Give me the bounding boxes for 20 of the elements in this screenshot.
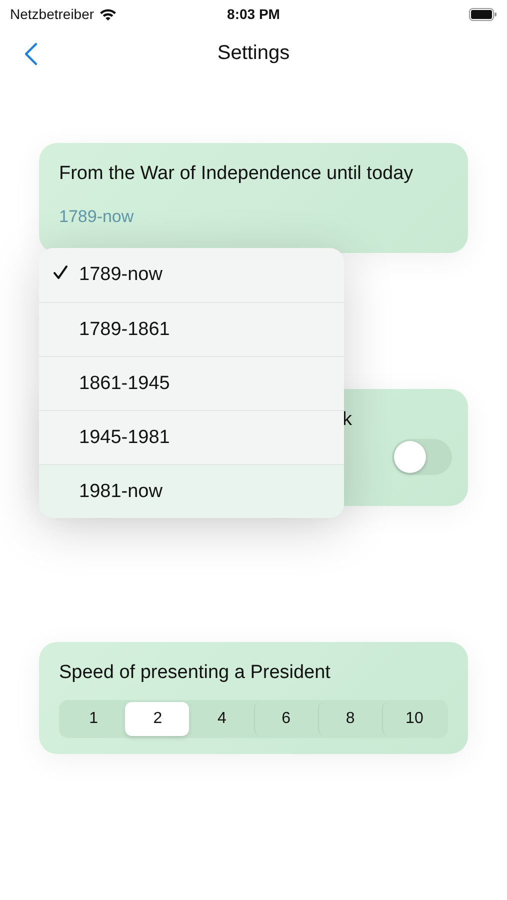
carrier-name: Netzbetreiber: [10, 6, 94, 22]
menu-item[interactable]: 1789-now: [39, 248, 344, 302]
speed-option[interactable]: 8: [318, 702, 382, 736]
clock-time: 8:03 PM: [226, 6, 281, 22]
speed-option[interactable]: 1: [61, 702, 126, 736]
wifi-icon: [99, 8, 118, 20]
toggle-switch[interactable]: [392, 439, 452, 475]
menu-item[interactable]: 1789-1861: [39, 302, 344, 356]
toggle-label: k: [342, 409, 352, 431]
speed-title: Speed of presenting a President: [59, 662, 332, 684]
speed-option[interactable]: 10: [382, 702, 446, 736]
menu-item[interactable]: 1981-now: [39, 464, 344, 518]
menu-item[interactable]: 1861-1945: [39, 356, 344, 410]
speed-option[interactable]: 4: [189, 702, 254, 736]
screen-title: Settings: [217, 42, 290, 64]
battery-icon: [468, 8, 497, 20]
speed-option[interactable]: 2: [125, 702, 190, 736]
speed-option[interactable]: 6: [254, 702, 318, 736]
period-title: From the War of Independence until today: [59, 163, 414, 185]
checkmark-icon: [53, 265, 68, 280]
